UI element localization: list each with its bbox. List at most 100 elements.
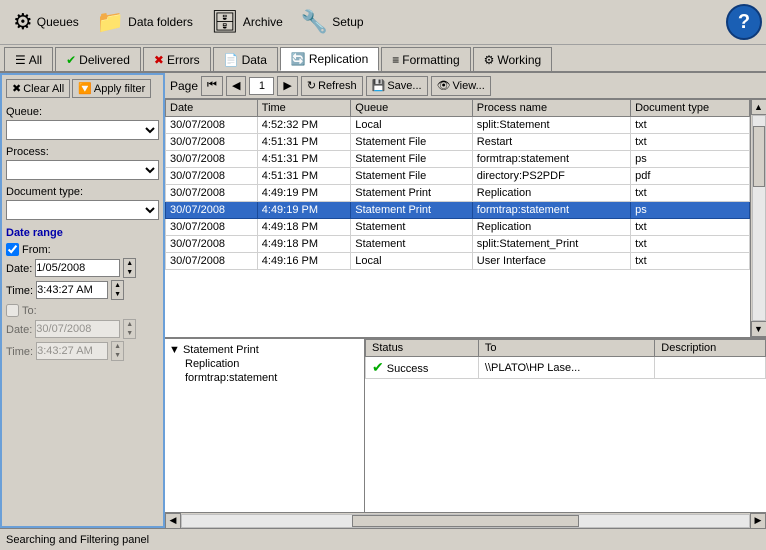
log-table-container[interactable]: Date Time Queue Process name Document ty… xyxy=(165,99,750,337)
from-time-row: Time: ▲▼ xyxy=(6,280,159,300)
page-next-button[interactable]: ▶ xyxy=(277,76,297,96)
setup-icon: 🔧 xyxy=(301,9,328,35)
tree-panel: ▼ Statement Print Replication formtrap:s… xyxy=(165,339,365,512)
tree-child: Replication formtrap:statement xyxy=(169,357,360,385)
tab-data[interactable]: 📄 Data xyxy=(213,47,278,71)
detail-description xyxy=(655,357,766,379)
col-time: Time xyxy=(257,100,351,117)
horizontal-scrollbar[interactable]: ◀ ▶ xyxy=(165,512,766,528)
cell-doctype: txt xyxy=(631,219,750,236)
tree-item-replication[interactable]: Replication xyxy=(185,357,360,371)
cell-time: 4:49:18 PM xyxy=(257,219,351,236)
refresh-button[interactable]: ↻ Refresh xyxy=(301,76,363,96)
save-icon: 💾 xyxy=(372,79,386,92)
from-time-spinner[interactable]: ▲▼ xyxy=(111,280,124,300)
page-prev-button[interactable]: ◀ xyxy=(226,76,246,96)
cell-date: 30/07/2008 xyxy=(166,151,258,168)
tree-item-formtrap[interactable]: formtrap:statement xyxy=(185,371,360,385)
searching-filtering-label: Searching and Filtering panel xyxy=(6,534,149,546)
doctype-label: Document type: xyxy=(6,186,159,198)
tab-working[interactable]: ⚙ Working xyxy=(473,47,553,71)
doctype-select[interactable] xyxy=(6,200,159,220)
table-row[interactable]: 30/07/2008 4:49:19 PM Statement Print Re… xyxy=(166,185,750,202)
tab-formatting[interactable]: ≡ Formatting xyxy=(381,47,470,71)
scroll-left-button[interactable]: ◀ xyxy=(165,513,181,529)
from-date-spinner[interactable]: ▲▼ xyxy=(123,258,136,278)
setup-button[interactable]: 🔧 Setup xyxy=(292,3,373,41)
detail-col-status: Status xyxy=(366,340,479,357)
detail-panel: Status To Description ✔ Success \\PLATO\… xyxy=(365,339,766,512)
cell-doctype: pdf xyxy=(631,168,750,185)
process-select[interactable] xyxy=(6,160,159,180)
date-label-to: Date: xyxy=(6,324,32,336)
detail-to: \\PLATO\HP Lase... xyxy=(478,357,654,379)
from-date-row: Date: ▲▼ xyxy=(6,258,159,278)
scroll-down-button[interactable]: ▼ xyxy=(751,321,766,337)
tab-replication[interactable]: 🔄 Replication xyxy=(280,47,379,71)
vertical-scrollbar[interactable]: ▲ ▼ xyxy=(750,99,766,337)
from-section: From: Date: ▲▼ Time: ▲▼ xyxy=(6,243,159,300)
cell-queue: Statement Print xyxy=(351,185,473,202)
tree-replication-label: Replication xyxy=(185,358,239,370)
main-area: ✖ Clear All 🔽 Apply filter Queue: Proces… xyxy=(0,73,766,528)
save-button[interactable]: 💾 Save... xyxy=(366,76,428,96)
col-process: Process name xyxy=(472,100,630,117)
clear-all-button[interactable]: ✖ Clear All xyxy=(6,79,70,98)
help-button[interactable]: ? xyxy=(726,4,762,40)
data-folders-button[interactable]: 📁 Data folders xyxy=(88,3,202,41)
doctype-section: Document type: xyxy=(6,184,159,220)
cell-date: 30/07/2008 xyxy=(166,168,258,185)
cell-queue: Local xyxy=(351,117,473,134)
archive-button[interactable]: 🗄 Archive xyxy=(202,3,292,41)
scroll-up-button[interactable]: ▲ xyxy=(751,99,766,115)
process-section: Process: xyxy=(6,144,159,180)
scroll-right-button[interactable]: ▶ xyxy=(750,513,766,529)
clear-icon: ✖ xyxy=(12,82,21,95)
queues-button[interactable]: ⚙ Queues xyxy=(4,3,88,41)
tree-item-statement-print[interactable]: ▼ Statement Print xyxy=(169,343,360,357)
page-first-button[interactable]: ⏮ xyxy=(201,76,223,96)
table-row[interactable]: 30/07/2008 4:51:31 PM Statement File for… xyxy=(166,151,750,168)
filter-actions: ✖ Clear All 🔽 Apply filter xyxy=(6,79,159,98)
page-number-input[interactable] xyxy=(249,77,274,95)
to-section: To: Date: ▲▼ Time: ▲▼ xyxy=(6,304,159,361)
from-date-input[interactable] xyxy=(35,259,120,277)
expand-icon: ▼ xyxy=(169,344,180,356)
cell-process: formtrap:statement xyxy=(472,202,630,219)
table-row[interactable]: 30/07/2008 4:49:18 PM Statement Replicat… xyxy=(166,219,750,236)
formatting-icon: ≡ xyxy=(392,53,399,67)
apply-filter-button[interactable]: 🔽 Apply filter xyxy=(72,79,151,98)
page-controls: Page ⏮ ◀ ▶ ↻ Refresh 💾 Save... 👁 View... xyxy=(165,73,766,99)
hscroll-thumb[interactable] xyxy=(352,515,579,527)
data-icon: 📄 xyxy=(224,53,239,67)
table-row[interactable]: 30/07/2008 4:51:31 PM Statement File Res… xyxy=(166,134,750,151)
table-row[interactable]: 30/07/2008 4:51:31 PM Statement File dir… xyxy=(166,168,750,185)
table-row[interactable]: 30/07/2008 4:49:16 PM Local User Interfa… xyxy=(166,253,750,270)
table-row[interactable]: 30/07/2008 4:49:19 PM Statement Print fo… xyxy=(166,202,750,219)
tab-errors[interactable]: ✖ Errors xyxy=(143,47,211,71)
cell-doctype: txt xyxy=(631,253,750,270)
tab-delivered[interactable]: ✔ Delivered xyxy=(55,47,141,71)
scroll-track[interactable] xyxy=(752,115,766,321)
col-doctype: Document type xyxy=(631,100,750,117)
scroll-thumb[interactable] xyxy=(753,126,765,187)
table-row[interactable]: 30/07/2008 4:49:18 PM Statement split:St… xyxy=(166,236,750,253)
queue-select[interactable] xyxy=(6,120,159,140)
cell-date: 30/07/2008 xyxy=(166,185,258,202)
cell-doctype: txt xyxy=(631,185,750,202)
to-date-input[interactable] xyxy=(35,320,120,338)
tree-formtrap-label: formtrap:statement xyxy=(185,372,277,384)
errors-icon: ✖ xyxy=(154,53,164,67)
to-time-input[interactable] xyxy=(36,342,108,360)
cell-date: 30/07/2008 xyxy=(166,134,258,151)
to-checkbox[interactable] xyxy=(6,304,19,317)
cell-process: split:Statement xyxy=(472,117,630,134)
view-button[interactable]: 👁 View... xyxy=(431,76,491,96)
from-checkbox[interactable] xyxy=(6,243,19,256)
log-table: Date Time Queue Process name Document ty… xyxy=(165,99,750,270)
tab-all[interactable]: ☰ All xyxy=(4,47,53,71)
from-time-input[interactable] xyxy=(36,281,108,299)
detail-col-to: To xyxy=(478,340,654,357)
table-row[interactable]: 30/07/2008 4:52:32 PM Local split:Statem… xyxy=(166,117,750,134)
hscroll-track[interactable] xyxy=(181,514,750,528)
